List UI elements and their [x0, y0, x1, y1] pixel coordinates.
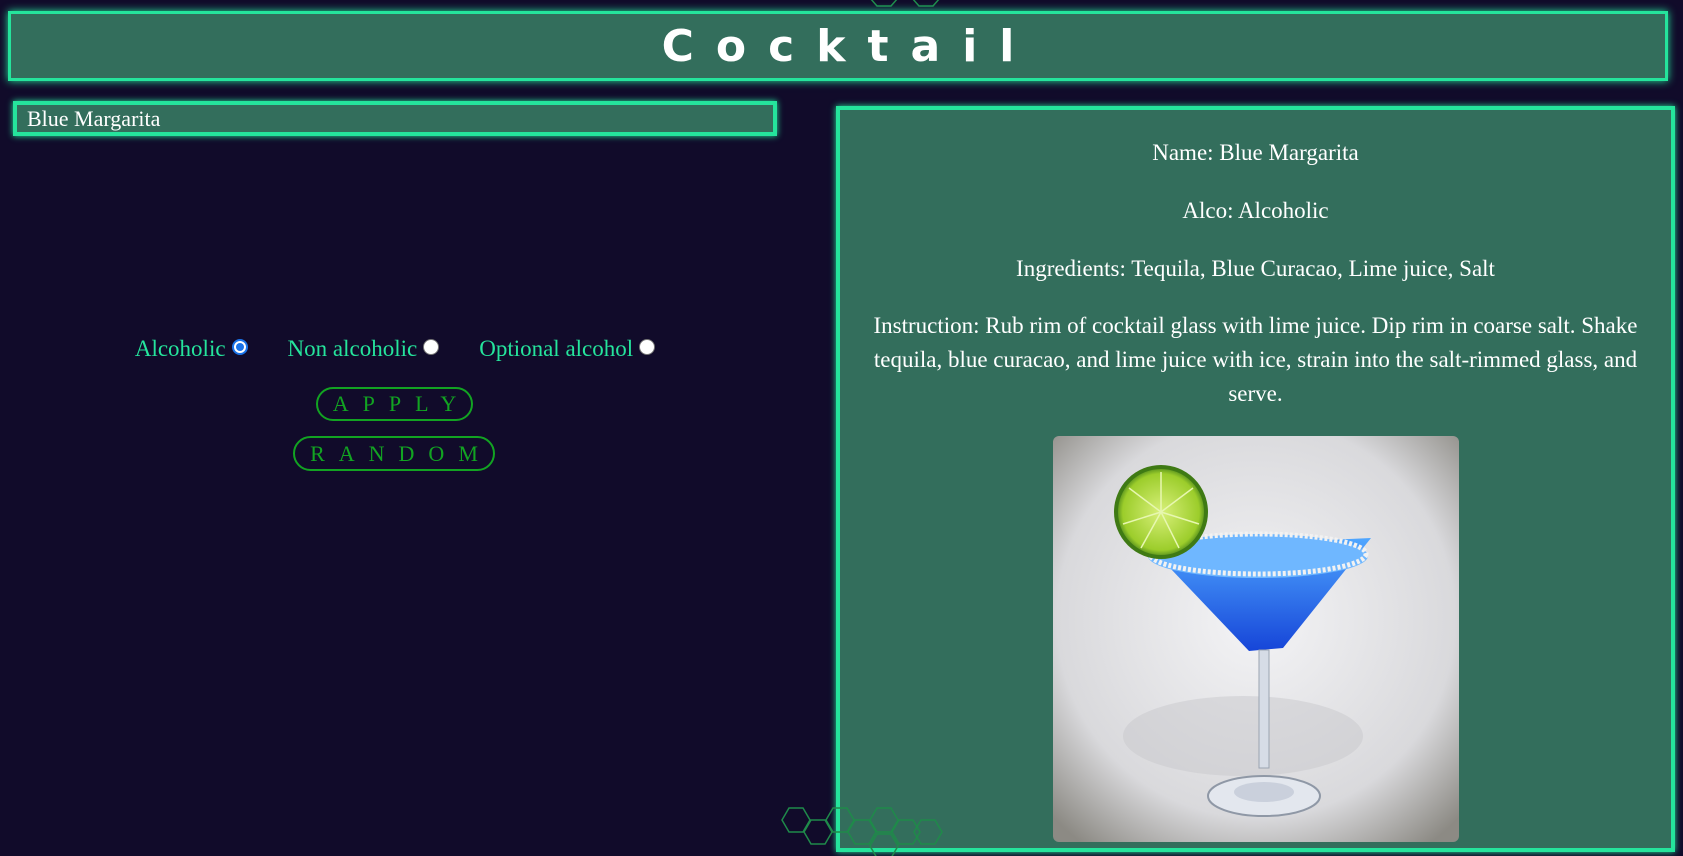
- filter-optional-alcohol-label: Optional alcohol: [479, 336, 634, 361]
- apply-button[interactable]: APPLY: [316, 387, 473, 421]
- app-header: Cocktail: [8, 11, 1668, 81]
- filter-alcoholic[interactable]: Alcoholic: [135, 336, 248, 362]
- cocktail-ingredients: Ingredients: Tequila, Blue Curacao, Lime…: [1016, 256, 1495, 281]
- alcohol-filter-group: Alcoholic Non alcoholic Optional alcohol: [0, 336, 790, 362]
- cocktail-image: [1053, 436, 1459, 842]
- filter-non-alcoholic[interactable]: Non alcoholic: [288, 336, 440, 362]
- filter-non-alcoholic-label: Non alcoholic: [287, 336, 418, 361]
- hexagon-decoration-top: [870, 0, 940, 7]
- cocktail-instruction: Instruction: Rub rim of cocktail glass w…: [873, 313, 1638, 406]
- cocktail-name: Name: Blue Margarita: [1152, 140, 1359, 165]
- filter-non-alcoholic-radio[interactable]: [423, 339, 440, 355]
- filter-optional-alcohol[interactable]: Optional alcohol: [479, 336, 656, 362]
- app-title: Cocktail: [661, 20, 1037, 72]
- filter-alcoholic-radio[interactable]: [231, 339, 248, 355]
- random-button[interactable]: RANDOM: [293, 436, 495, 471]
- filter-optional-alcohol-radio[interactable]: [639, 339, 656, 355]
- filter-alcoholic-label: Alcoholic: [134, 336, 226, 361]
- cocktail-search-input[interactable]: [13, 101, 777, 136]
- margarita-glass-illustration: [1053, 436, 1459, 842]
- cocktail-detail-panel: Name: Blue Margarita Alco: Alcoholic Ing…: [836, 106, 1675, 852]
- cocktail-alco: Alco: Alcoholic: [1182, 198, 1329, 223]
